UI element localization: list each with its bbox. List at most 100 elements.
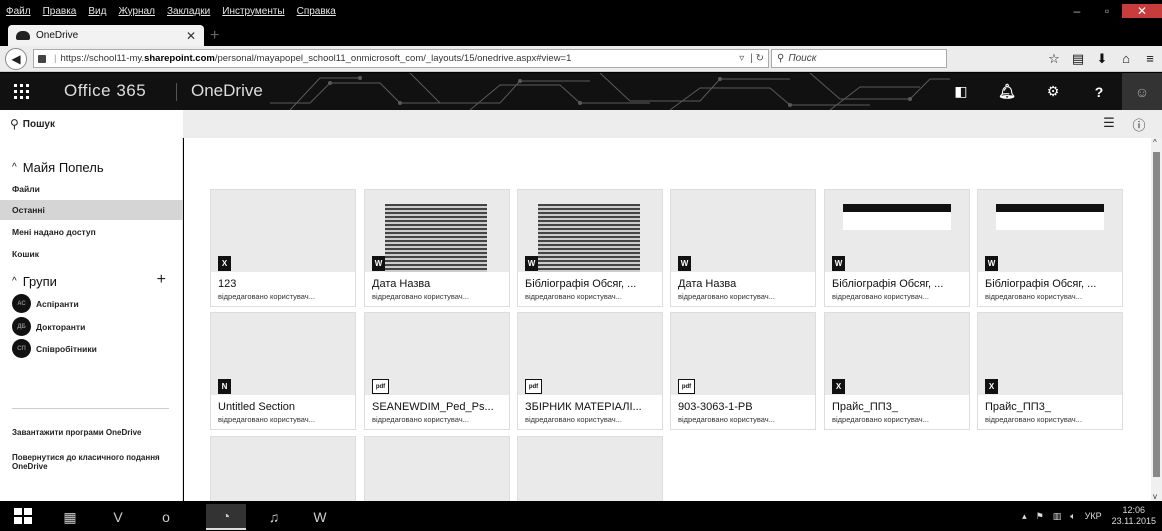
file-tile[interactable]: pdf xyxy=(517,436,663,501)
app-v-icon[interactable]: V xyxy=(98,504,138,530)
clock[interactable]: 12:06 23.11.2015 xyxy=(1112,505,1156,527)
nav-item-recycle-bin[interactable]: Кошик xyxy=(0,244,183,264)
reload-icon[interactable]: | ↻ xyxy=(750,53,764,64)
file-thumbnail xyxy=(211,313,355,395)
scrollbar-thumb[interactable] xyxy=(1153,152,1160,477)
file-tile[interactable]: X Прайс_ПП3_ відредаговано користувач... xyxy=(977,312,1123,430)
group-avatar: СП xyxy=(12,339,31,358)
app-launcher-waffle-icon[interactable] xyxy=(14,84,29,99)
chevron-up-icon: ^ xyxy=(12,276,17,287)
tab-onedrive[interactable]: OneDrive ✕ xyxy=(8,25,204,46)
scroll-up-icon[interactable]: ^ xyxy=(1153,138,1157,147)
download-icon[interactable]: ⬇ xyxy=(1090,51,1114,67)
menu-bookmarks[interactable]: Закладки xyxy=(161,6,216,17)
app-opera-icon[interactable]: o xyxy=(146,504,186,530)
menu-help[interactable]: Справка xyxy=(291,6,342,17)
url-separator: | xyxy=(54,53,57,64)
get-apps-link[interactable]: Завантажити програми OneDrive xyxy=(12,428,162,437)
file-tile[interactable]: pdf xyxy=(210,436,356,501)
windows-start-icon[interactable] xyxy=(14,508,32,524)
maximize-icon[interactable]: ▫ xyxy=(1092,4,1122,18)
file-tile[interactable]: pdf xyxy=(364,436,510,501)
notifications-bell-icon[interactable]: 🔔︎ xyxy=(984,83,1030,100)
menu-history[interactable]: Журнал xyxy=(112,6,161,17)
vertical-scrollbar[interactable]: ^ v xyxy=(1151,138,1162,501)
file-thumbnail xyxy=(518,437,662,501)
file-tile[interactable]: X 123 відредаговано користувач... xyxy=(210,189,356,307)
file-tile[interactable]: X Прайс_ПП3_ відредаговано користувач... xyxy=(824,312,970,430)
dropdown-arrow-icon[interactable]: ▿ xyxy=(739,53,744,64)
navigation-bar: ◀ | https://school11-my.sharepoint.com/p… xyxy=(0,46,1162,72)
settings-gear-icon[interactable]: ⚙ xyxy=(1030,83,1076,100)
help-icon[interactable]: ? xyxy=(1076,84,1122,100)
file-thumbnail xyxy=(365,437,509,501)
browser-search-box[interactable]: ⚲ Поиск xyxy=(771,49,947,68)
nav-item-shared[interactable]: Мені надано доступ xyxy=(0,222,183,242)
file-modified-by: відредаговано користувач... xyxy=(832,415,929,424)
word-file-icon: W xyxy=(372,256,385,271)
nav-item-label: Мені надано доступ xyxy=(12,227,96,237)
groups-header[interactable]: ^ Групи xyxy=(12,274,57,289)
headphones-app-icon[interactable]: ♫ xyxy=(254,504,294,530)
classic-view-link[interactable]: Повернутися до класичного подання OneDri… xyxy=(12,453,162,471)
nav-item-recent[interactable]: Останні xyxy=(0,200,183,220)
url-path: /personal/mayapopel_school11_onmicrosoft… xyxy=(214,53,572,64)
word-icon[interactable]: W xyxy=(300,504,340,530)
file-tile[interactable]: W Бібліографія Обсяг, ... відредаговано ко… xyxy=(824,189,970,307)
search-button[interactable]: ⚲ Пошук xyxy=(0,110,183,138)
tray-flag-icon[interactable]: ⚑ xyxy=(1036,511,1044,522)
window-controls: – ▫ ✕ xyxy=(1062,4,1162,18)
address-bar[interactable]: | https://school11-my.sharepoint.com/per… xyxy=(33,49,769,68)
hamburger-menu-icon[interactable]: ≡ xyxy=(1138,51,1162,67)
network-icon[interactable]: ▥ xyxy=(1053,511,1062,522)
file-name: Бібліографія Обсяг, ... xyxy=(525,278,637,290)
group-item-spivrobitnyky[interactable]: СП Співробітники xyxy=(12,339,97,358)
user-avatar[interactable]: ☺ xyxy=(1122,73,1162,110)
minimize-icon[interactable]: – xyxy=(1062,4,1092,18)
user-group-header[interactable]: ^ Майя Попель xyxy=(12,160,104,175)
close-window-icon[interactable]: ✕ xyxy=(1122,4,1162,18)
app-name[interactable]: OneDrive xyxy=(191,81,263,101)
file-tile[interactable]: W Дата Назва відредаговано користувач... xyxy=(364,189,510,307)
suite-name[interactable]: Office 365 xyxy=(64,81,146,101)
file-tile[interactable]: W Бібліографія Обсяг, ... відредаговано ко… xyxy=(517,189,663,307)
menu-view[interactable]: Вид xyxy=(82,6,112,17)
file-tile[interactable]: W Дата Назва відредаговано користувач... xyxy=(670,189,816,307)
new-tab-icon[interactable]: + xyxy=(210,27,219,45)
table-preview xyxy=(843,204,951,230)
file-tile[interactable]: N Untitled Section відредаговано користува… xyxy=(210,312,356,430)
tab-title: OneDrive xyxy=(36,30,79,41)
language-indicator[interactable]: УКР xyxy=(1085,511,1102,521)
info-icon[interactable]: ⓘ xyxy=(1124,115,1154,134)
volume-icon[interactable]: 🔈︎ xyxy=(1070,511,1075,522)
tray-chevron-icon[interactable]: ▴ xyxy=(1022,511,1027,522)
nav-item-files[interactable]: Файли xyxy=(0,179,183,199)
file-tile[interactable]: W Бібліографія Обсяг, ... відредаговано ко… xyxy=(977,189,1123,307)
file-name: Прайс_ПП3_ xyxy=(985,401,1051,413)
home-icon[interactable]: ⌂ xyxy=(1114,51,1138,67)
group-item-aspiranty[interactable]: АС Аспіранти xyxy=(12,294,79,313)
reading-list-icon[interactable]: ▤ xyxy=(1066,51,1090,67)
menu-tools[interactable]: Инструменты xyxy=(216,6,290,17)
star-bookmark-icon[interactable]: ☆ xyxy=(1042,51,1066,67)
group-item-doktoranty[interactable]: ДБ Докторанти xyxy=(12,317,85,336)
file-explorer-icon[interactable]: ▦ xyxy=(50,504,90,530)
tab-close-icon[interactable]: ✕ xyxy=(186,29,196,43)
file-tile[interactable]: pdf 903-3063-1-PB відредаговано користувач… xyxy=(670,312,816,430)
file-modified-by: відредаговано користувач... xyxy=(985,292,1082,301)
file-tile[interactable]: pdf ЗБІРНИК МАТЕРІАЛІ... відредаговано кор… xyxy=(517,312,663,430)
list-view-icon[interactable]: ☰ xyxy=(1094,115,1124,134)
menu-file[interactable]: Файл xyxy=(0,6,37,17)
skype-icon[interactable]: ◧ xyxy=(938,83,984,100)
arrow-left-icon: ◀ xyxy=(11,51,21,66)
file-modified-by: відредаговано користувач... xyxy=(218,292,315,301)
file-thumbnail xyxy=(825,190,969,272)
firefox-icon[interactable]: ◔ xyxy=(206,504,246,530)
file-tile[interactable]: pdf SEANEWDIM_Ped_Ps... відредаговано кори… xyxy=(364,312,510,430)
back-button[interactable]: ◀ xyxy=(5,47,27,70)
scroll-down-icon[interactable]: v xyxy=(1153,492,1157,501)
file-modified-by: відредаговано користувач... xyxy=(678,415,775,424)
menu-edit[interactable]: Правка xyxy=(37,6,83,17)
add-group-icon[interactable]: + xyxy=(157,271,166,289)
lock-icon xyxy=(38,54,46,63)
